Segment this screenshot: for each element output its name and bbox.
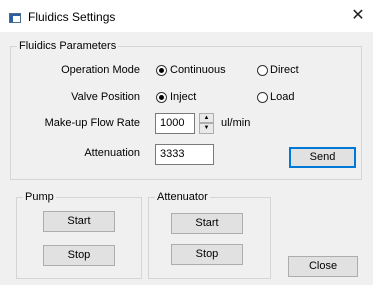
makeup-flow-rate-label: Make-up Flow Rate [44, 117, 140, 129]
dialog-body: Fluidics Parameters Operation Mode Conti… [0, 32, 373, 285]
chevron-down-icon[interactable]: ▼ [199, 123, 214, 134]
send-button[interactable]: Send [289, 147, 356, 168]
close-icon[interactable]: ✕ [351, 7, 365, 25]
operation-mode-label: Operation Mode [61, 64, 140, 76]
pump-group: Pump [16, 190, 142, 279]
window-title: Fluidics Settings [28, 10, 116, 24]
pump-start-button[interactable]: Start [43, 211, 115, 232]
inject-radio[interactable] [156, 92, 167, 103]
continuous-radio[interactable] [156, 65, 167, 76]
pump-group-label: Pump [23, 190, 56, 204]
load-radio[interactable] [257, 92, 268, 103]
close-button[interactable]: Close [288, 256, 358, 277]
attenuation-label: Attenuation [84, 147, 140, 159]
title-bar: Fluidics Settings ✕ [0, 0, 373, 32]
attenuator-group-label: Attenuator [155, 190, 210, 204]
attenuation-input[interactable]: 3333 [155, 144, 214, 165]
makeup-flow-rate-input[interactable]: 1000 [155, 113, 195, 134]
fluidics-parameters-label: Fluidics Parameters [17, 39, 119, 53]
window-app-icon [9, 13, 21, 23]
inject-radio-label[interactable]: Inject [170, 90, 196, 104]
pump-stop-button[interactable]: Stop [43, 245, 115, 266]
chevron-up-icon[interactable]: ▲ [199, 113, 214, 123]
attenuator-start-button[interactable]: Start [171, 213, 243, 234]
valve-position-label: Valve Position [71, 91, 140, 103]
attenuator-stop-button[interactable]: Stop [171, 244, 243, 265]
direct-radio-label[interactable]: Direct [270, 63, 299, 77]
flow-rate-unit: ul/min [221, 117, 251, 129]
flow-rate-spinner: ▲ ▼ [199, 113, 214, 134]
attenuator-group: Attenuator [148, 190, 271, 279]
continuous-radio-label[interactable]: Continuous [170, 63, 226, 77]
load-radio-label[interactable]: Load [270, 90, 294, 104]
direct-radio[interactable] [257, 65, 268, 76]
